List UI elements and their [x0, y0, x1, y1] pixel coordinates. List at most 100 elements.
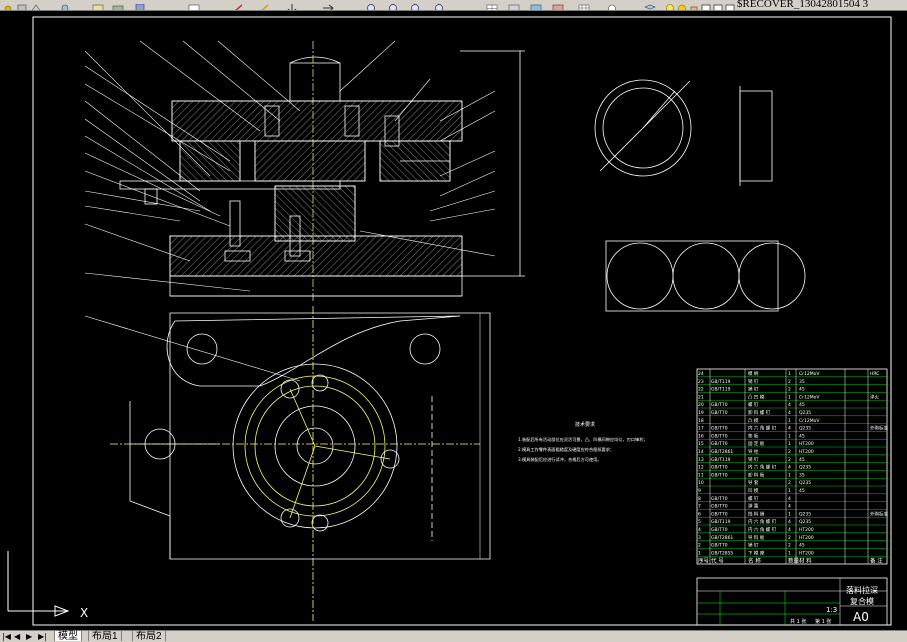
zoom-realtime-icon[interactable] — [16, 0, 28, 10]
tab-layout1[interactable]: 布局1 — [88, 631, 122, 642]
bom-header-cell: 名 称 — [748, 556, 761, 564]
bom-cell-no: 19 — [698, 410, 704, 416]
bom-cell-code: GB/T70 — [711, 543, 728, 549]
zoom-extents-icon[interactable] — [410, 0, 422, 10]
next-tab-button[interactable]: ▶ — [26, 632, 32, 641]
bom-cell-code: GB/T70 — [711, 465, 728, 471]
bom-cell-material: Cr12MoV — [799, 394, 820, 400]
layer-color-icon[interactable] — [700, 0, 712, 10]
bom-cell-qty: 2 — [788, 543, 791, 549]
properties-icon[interactable] — [92, 0, 104, 10]
bom-cell-no: 14 — [698, 449, 704, 455]
zoom-window-icon[interactable] — [30, 0, 42, 10]
tool-palettes-icon[interactable] — [134, 0, 146, 10]
bom-cell-material: HT200 — [799, 550, 814, 556]
bom-cell-no: 18 — [698, 418, 704, 424]
bom-cell-code: GB/T70 — [711, 433, 728, 439]
quickcalc-icon[interactable] — [258, 0, 270, 10]
bom-cell-material: Q235 — [799, 426, 811, 432]
bom-cell-name: 销 钉 — [748, 378, 759, 385]
table-icon[interactable] — [578, 0, 590, 10]
bom-cell-no: 22 — [698, 387, 704, 393]
bom-cell-material: Cr12MoV — [799, 371, 820, 377]
zoom-in-icon[interactable] — [366, 0, 378, 10]
bom-cell-name: 下 模 座 — [748, 549, 765, 556]
bom-cell-material: 45 — [799, 457, 805, 463]
bom-cell-no: 4 — [698, 527, 701, 533]
sun-icon[interactable] — [676, 0, 688, 10]
prev-tab-button[interactable]: ◀ — [14, 632, 20, 641]
bom-cell-name: 内 六 角 螺 钉 — [748, 526, 777, 533]
bom-cell-qty: 2 — [788, 379, 791, 385]
zoom-previous-icon[interactable] — [60, 0, 72, 10]
ucs-icon: X — [7, 551, 88, 620]
bom-cell-qty: 4 — [788, 519, 791, 525]
bom-cell-code: GB/T119 — [711, 387, 731, 393]
design-center-icon[interactable] — [112, 0, 124, 10]
bom-cell-qty: 1 — [788, 441, 791, 447]
first-tab-button[interactable]: |◀ — [2, 632, 11, 641]
bom-cell-qty: 1 — [788, 511, 791, 517]
bom-cell-no: 12 — [698, 465, 704, 471]
pan-realtime-icon[interactable] — [286, 0, 298, 10]
tech-req-title: 技术要求 — [575, 421, 595, 428]
bom-cell-no: 7 — [698, 504, 701, 510]
layer-state-icon[interactable] — [552, 0, 564, 10]
bom-cell-code: GB/T119 — [711, 379, 731, 385]
bom-cell-name: 螺 钉 — [748, 495, 759, 502]
bom-cell-no: 24 — [698, 371, 704, 377]
bom-cell-no: 17 — [698, 426, 704, 432]
bom-cell-code: GB/T70 — [711, 527, 728, 533]
drawing-canvas[interactable]: 技术要求 1.装配后所有活动部位应灵活可靠，凸、凹模间隙应均匀，刃口锋利； 2.… — [0, 11, 907, 630]
zoom-out-icon[interactable] — [388, 0, 400, 10]
bom-cell-name: 垫 板 — [748, 432, 759, 439]
bom-cell-no: 21 — [698, 394, 704, 400]
bom-header-cell: 备 注 — [870, 556, 883, 564]
bom-cell-name: 卸 料 板 — [748, 471, 765, 478]
bom-cell-name: 导 套 — [748, 479, 759, 486]
bom-header-cell: 序号 — [698, 556, 710, 564]
markup-icon[interactable] — [232, 0, 244, 10]
bom-cell-code: GB/T70 — [711, 402, 728, 408]
bom-cell-qty: 1 — [788, 488, 791, 494]
bom-cell-qty: 2 — [788, 449, 791, 455]
bom-cell-no: 9 — [698, 488, 701, 494]
layer-manager-icon[interactable] — [530, 0, 542, 10]
bom-cell-qty: 4 — [788, 402, 791, 408]
bom-cell-note: 外购标准 — [870, 510, 888, 517]
bom-cell-qty: 4 — [788, 465, 791, 471]
bom-cell-name: 导 柱 — [748, 448, 759, 455]
pan-icon[interactable] — [2, 0, 14, 10]
layer-dropdown-icon[interactable] — [712, 0, 724, 10]
help-icon[interactable] — [606, 0, 618, 10]
bom-cell-qty: 2 — [788, 457, 791, 463]
bom-cell-material: Cr12MoV — [799, 418, 820, 424]
bom-cell-qty: 4 — [788, 527, 791, 533]
grid-icon[interactable] — [486, 0, 498, 10]
bom-cell-no: 10 — [698, 480, 704, 486]
bom-cell-name: 凸 模 — [748, 417, 759, 424]
layer-freeze-icon[interactable] — [644, 0, 656, 10]
drawing-name-2: 复合模 — [850, 596, 874, 606]
bom-cell-qty: 1 — [788, 550, 791, 556]
light-bulb-icon[interactable] — [664, 0, 676, 10]
sheet-size: A0 — [853, 610, 869, 624]
zoom-all-icon[interactable] — [434, 0, 446, 10]
calculator-icon[interactable] — [508, 0, 520, 10]
ucs-x-label: X — [80, 606, 88, 620]
bom-cell-material: Q235 — [799, 465, 811, 471]
arrow-right-icon[interactable] — [322, 0, 334, 10]
sheet-set-icon[interactable] — [188, 0, 200, 10]
bom-cell-code: GB/T70 — [711, 472, 728, 478]
bom-cell-material: 45 — [799, 433, 805, 439]
last-tab-button[interactable]: ▶| — [38, 632, 47, 641]
bom-cell-material: 35 — [799, 472, 805, 478]
layer-checkbox-icon[interactable] — [724, 0, 736, 10]
bom-cell-name: 销 钉 — [748, 386, 759, 393]
tab-layout2[interactable]: 布局2 — [132, 631, 166, 642]
bom-cell-code: GB/T70 — [711, 441, 728, 447]
bom-cell-no: 20 — [698, 402, 704, 408]
tab-model[interactable]: 模型 — [54, 631, 82, 642]
bom-cell-material: 45 — [799, 402, 805, 408]
layer-lock-icon[interactable] — [688, 0, 700, 10]
